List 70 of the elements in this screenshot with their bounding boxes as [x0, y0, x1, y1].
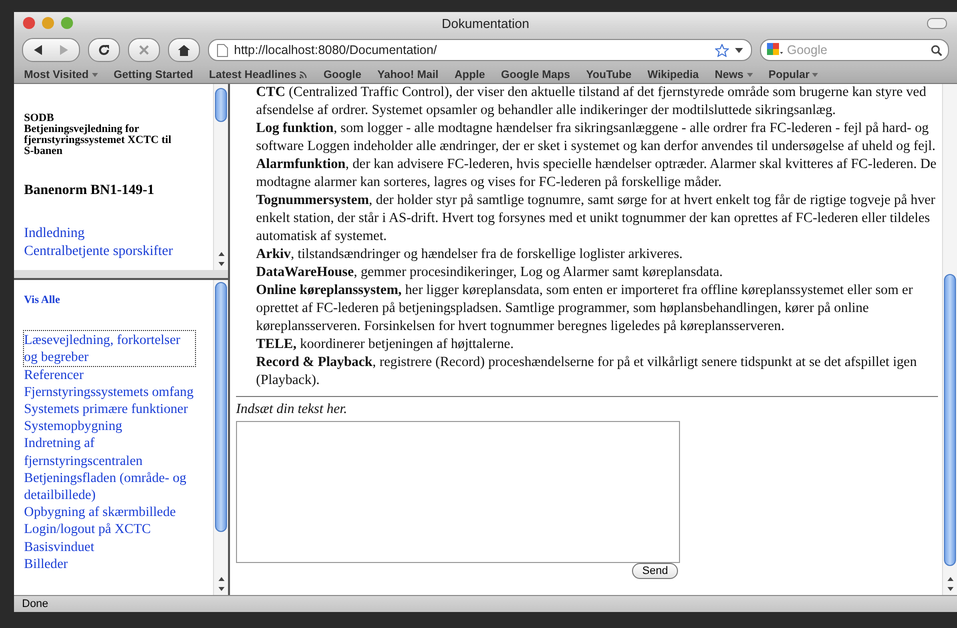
bookmark-item[interactable]: Wikipedia — [648, 68, 699, 80]
feature-paragraph: TELE, koordinerer betjeningen af højttalerne. — [256, 336, 515, 354]
page-icon — [217, 44, 228, 56]
dropdown-caret-icon — [812, 72, 818, 76]
bookmark-item[interactable]: YouTube — [586, 68, 632, 80]
status-text: Done — [22, 598, 48, 610]
comment-field[interactable] — [236, 421, 680, 563]
nav-link[interactable]: Systemopbygning — [24, 417, 122, 434]
nav-link[interactable]: Opbygning af skærmbillede — [24, 503, 176, 520]
document-subtitle: Betjeningsvejledning for fjernstyringssystemet XCTC til S-banen — [24, 124, 172, 157]
bookmark-item[interactable]: Apple — [454, 68, 486, 80]
zoom-icon[interactable] — [61, 17, 73, 29]
bookmark-item[interactable]: Google — [323, 68, 362, 80]
norm-heading: Banenorm BN1-149-1 — [24, 183, 156, 199]
bookmark-item[interactable]: News — [714, 68, 753, 80]
feature-paragraph: CTC (Centralized Traffic Control), der viser den aktuelle tilstand af det fjernstyrede område som brugerne kan styre ved afsendelse af ordrer. Systemet opsamler og behandler alle indikeringer der modtilsluttede sikringsanlæg. — [256, 84, 928, 120]
show-all-link[interactable]: Vis Alle — [24, 292, 195, 310]
scroll-thumb[interactable] — [944, 274, 956, 566]
nav-link[interactable]: Systemets primære funktioner — [24, 400, 188, 418]
feature-paragraph: Log funktion, som logger - alle modtagne hændelser fra sikringsanlæggene - alle ordrer fra FC-lederen - fejl på hard- og software Loggen indeholder alle ændringer, der er sket i systemet og kan derfor anvendes til undersøgelse af uheld og fejl. — [256, 120, 936, 156]
reload-button[interactable] — [88, 38, 120, 62]
bookmark-item[interactable]: Getting Started — [114, 68, 194, 80]
scroll-thumb[interactable] — [215, 88, 227, 122]
search-icon[interactable] — [931, 44, 942, 56]
rss-icon — [299, 70, 308, 78]
reload-icon — [98, 44, 110, 56]
feature-paragraph: DataWareHouse, gemmer procesindikeringer, Log og Alarmer samt køreplansdata. — [256, 264, 724, 282]
bookmark-item[interactable]: Latest Headlines — [209, 68, 308, 80]
dropdown-caret-icon — [746, 72, 753, 76]
bookmark-item[interactable]: Most Visited — [24, 68, 98, 80]
nav-link[interactable]: Referencer — [24, 366, 84, 383]
scroll-thumb[interactable] — [215, 282, 227, 532]
nav-link[interactable]: Indretning af fjernstyringscentralen — [24, 434, 195, 469]
star-icon[interactable] — [715, 44, 729, 56]
bookmark-item[interactable]: Popular — [768, 68, 818, 80]
home-button[interactable] — [168, 38, 200, 62]
search-engine-icon[interactable] — [767, 43, 783, 57]
scrollbar[interactable] — [942, 84, 957, 595]
nav-link[interactable]: Billeder — [24, 554, 68, 572]
cross-icon — [139, 45, 149, 55]
stop-button[interactable] — [128, 38, 160, 62]
home-icon — [178, 44, 190, 56]
feature-paragraph: Arkiv, tilstandsændringer og hændelser fra de forskellige loglister arkiveres. — [256, 246, 684, 264]
search-field[interactable]: Google — [760, 39, 949, 61]
nav-link[interactable]: Centralbetjente sporskifter — [24, 243, 173, 261]
bookmark-item[interactable]: Google Maps — [501, 68, 570, 80]
feature-paragraph: Tognummersystem, der holder styr på samtlige tognumre, samt sørge for at hvert enkelt tog får de rigtige togveje på hver enkelt station, der står i AS-drift. Hvert tog forsynes med et unikt tognummer der kan oprettes af FC-lederen eller tildeles automatisk af systemet. — [256, 192, 936, 246]
nav-link[interactable]: Indledning — [24, 225, 85, 243]
document-heading: SODB — [24, 113, 55, 124]
toolbar-toggle-icon[interactable] — [927, 18, 947, 29]
back-forward-button[interactable] — [22, 38, 80, 62]
bookmark-item[interactable]: Yahoo! Mail — [377, 68, 438, 80]
feature-paragraph: Online køreplanssystem, her ligger køreplansdata, som enten er importeret fra offline køreplanssystemet eller som er oprettet af FC-lederen på betjeningspladsen. Samtlige programmer, som høplansbehandlingen, kører på online køreplansserveren. Forsinkelsen for hvert tognummer beregnes ligeledes på køreplansserveren. — [256, 282, 914, 336]
nav-link[interactable]: Fjernstyringssystemets omfang — [24, 382, 194, 400]
nav-link[interactable]: Betjeningsfladen (område- og detailbillede) — [24, 468, 195, 504]
scrollbar[interactable] — [213, 280, 228, 595]
dropdown-caret-icon[interactable] — [735, 48, 743, 52]
nav-link[interactable]: Login/logout på XCTC — [24, 520, 151, 538]
scrollbar[interactable] — [213, 84, 228, 270]
search-input[interactable]: Google — [787, 43, 927, 57]
nav-link[interactable]: Basisvinduet — [24, 538, 94, 555]
address-field[interactable]: http://localhost:8080/Documentation/ — [208, 39, 752, 61]
nav-link[interactable]: Læsevejledning, forkortelser og begreber — [24, 331, 195, 366]
send-button[interactable]: Send — [632, 563, 678, 579]
close-icon[interactable] — [23, 17, 35, 29]
comment-label: Indsæt din tekst her. — [236, 401, 348, 419]
feature-paragraph: Alarmfunktion, der kan advisere FC-lederen, hvis specielle hændelser optræder. Alarmer skal kvitteres af FC-lederen. De modtagne alarmer kan sorteres, lagres og vises for FC-lederen på forskellige måder. — [256, 156, 938, 192]
feature-paragraph: Record & Playback, registrere (Record) proceshændelserne for på et vilkårligt senere tidspunkt at se det afspillet igen (Playback). — [256, 354, 918, 390]
dropdown-caret-icon — [92, 72, 98, 76]
window-title: Dokumentation — [442, 16, 530, 30]
